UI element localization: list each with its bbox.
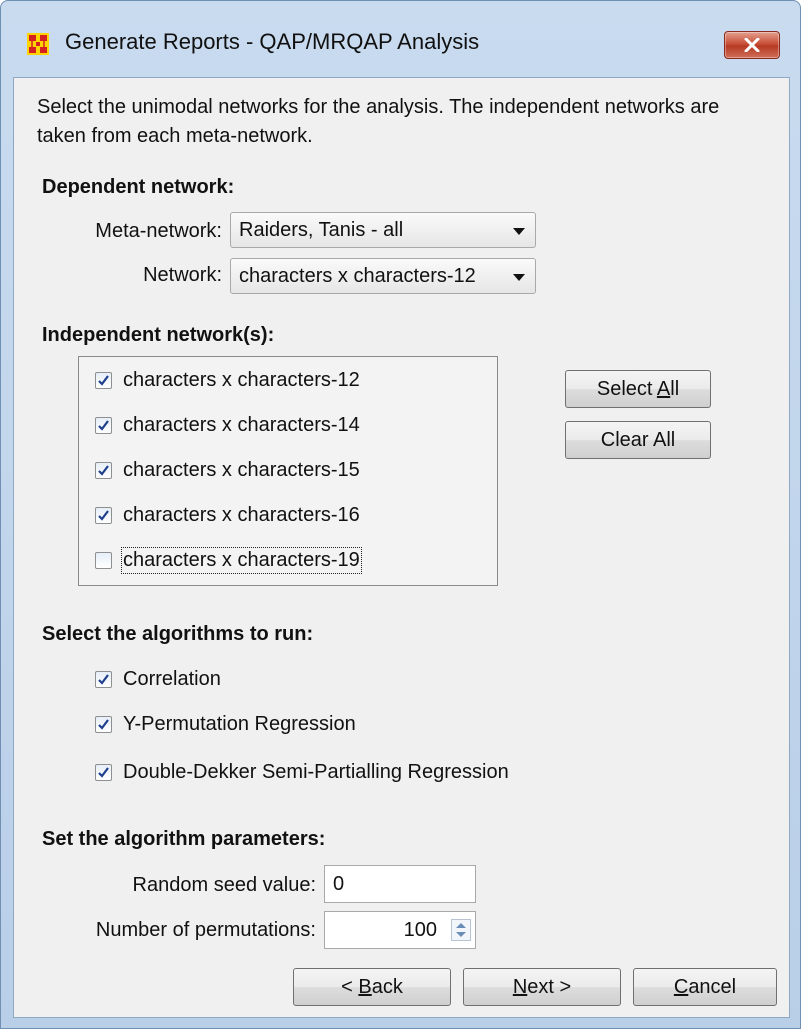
meta-network-label: Meta-network: (95, 220, 222, 242)
independent-checkbox-14[interactable] (95, 417, 112, 434)
seed-value: 0 (333, 873, 345, 895)
double-dekker-checkbox[interactable] (95, 764, 112, 781)
checkmark-icon (98, 674, 109, 685)
checkmark-icon (98, 767, 109, 778)
independent-item-label[interactable]: characters x characters-15 (123, 459, 360, 482)
independent-network-list[interactable]: characters x characters-12 characters x … (78, 356, 498, 586)
close-x-icon (744, 38, 760, 52)
dialog-window: Generate Reports - QAP/MRQAP Analysis Se… (0, 0, 801, 1029)
next-mnemonic: N (512, 976, 528, 998)
dropdown-arrow-icon (513, 228, 525, 235)
close-button[interactable] (724, 31, 780, 59)
network-label: Network: (143, 264, 222, 286)
independent-item-label[interactable]: characters x characters-19 (121, 547, 362, 574)
network-value: characters x characters-12 (239, 265, 476, 287)
back-label-post: ack (371, 976, 403, 998)
seed-label: Random seed value: (132, 874, 316, 896)
permutations-label: Number of permutations: (95, 919, 316, 941)
intro-text: Select the unimodal networks for the ana… (37, 96, 720, 147)
independent-item-label[interactable]: characters x characters-12 (123, 369, 360, 392)
select-all-label-post: ll (670, 378, 680, 400)
orgchart-grid-icon (26, 32, 50, 56)
checkmark-icon (98, 510, 109, 521)
independent-checkbox-16[interactable] (95, 507, 112, 524)
independent-checkbox-12[interactable] (95, 372, 112, 389)
cancel-label-post: ancel (688, 976, 737, 998)
independent-item-label[interactable]: characters x characters-16 (123, 504, 360, 527)
title-bar[interactable]: Generate Reports - QAP/MRQAP Analysis (1, 1, 800, 85)
select-all-mnemonic: A (656, 378, 671, 400)
checkmark-icon (98, 465, 109, 476)
network-select[interactable]: characters x characters-12 (230, 258, 536, 294)
dialog-content: Select the unimodal networks for the ana… (13, 77, 790, 1018)
permutations-spinner[interactable]: 100 (324, 911, 476, 949)
double-dekker-label[interactable]: Double-Dekker Semi-Partialling Regressio… (123, 761, 509, 784)
checkmark-icon (98, 719, 109, 730)
dropdown-arrow-icon (513, 274, 525, 281)
checkmark-icon (98, 375, 109, 386)
correlation-checkbox[interactable] (95, 671, 112, 688)
back-mnemonic: B (358, 976, 372, 998)
back-label-pre: < (341, 976, 359, 998)
back-button[interactable]: < Back (293, 968, 451, 1006)
window-title: Generate Reports - QAP/MRQAP Analysis (65, 29, 480, 54)
independent-checkbox-15[interactable] (95, 462, 112, 479)
next-label-post: ext > (527, 976, 572, 998)
independent-network-heading: Independent network(s): (42, 324, 275, 346)
cancel-mnemonic: C (673, 976, 689, 998)
checkmark-icon (98, 420, 109, 431)
meta-network-select[interactable]: Raiders, Tanis - all (230, 212, 536, 248)
dependent-network-heading: Dependent network: (42, 176, 235, 198)
select-all-label-pre: Select (596, 378, 657, 400)
seed-input[interactable]: 0 (324, 865, 476, 903)
independent-item-label[interactable]: characters x characters-14 (123, 414, 360, 437)
independent-checkbox-19[interactable] (95, 552, 112, 569)
next-button[interactable]: Next > (463, 968, 621, 1006)
meta-network-value: Raiders, Tanis - all (239, 219, 404, 241)
select-all-button[interactable]: Select All (565, 370, 711, 408)
permutations-value: 100 (403, 919, 437, 941)
cancel-button[interactable]: Cancel (633, 968, 777, 1006)
algorithms-heading: Select the algorithms to run: (42, 623, 314, 645)
parameters-heading: Set the algorithm parameters: (42, 828, 326, 850)
y-permutation-checkbox[interactable] (95, 716, 112, 733)
y-permutation-label[interactable]: Y-Permutation Regression (123, 713, 356, 736)
correlation-label[interactable]: Correlation (123, 668, 221, 691)
spinner-arrows-icon[interactable] (451, 919, 471, 941)
clear-all-button[interactable]: Clear All (565, 421, 711, 459)
